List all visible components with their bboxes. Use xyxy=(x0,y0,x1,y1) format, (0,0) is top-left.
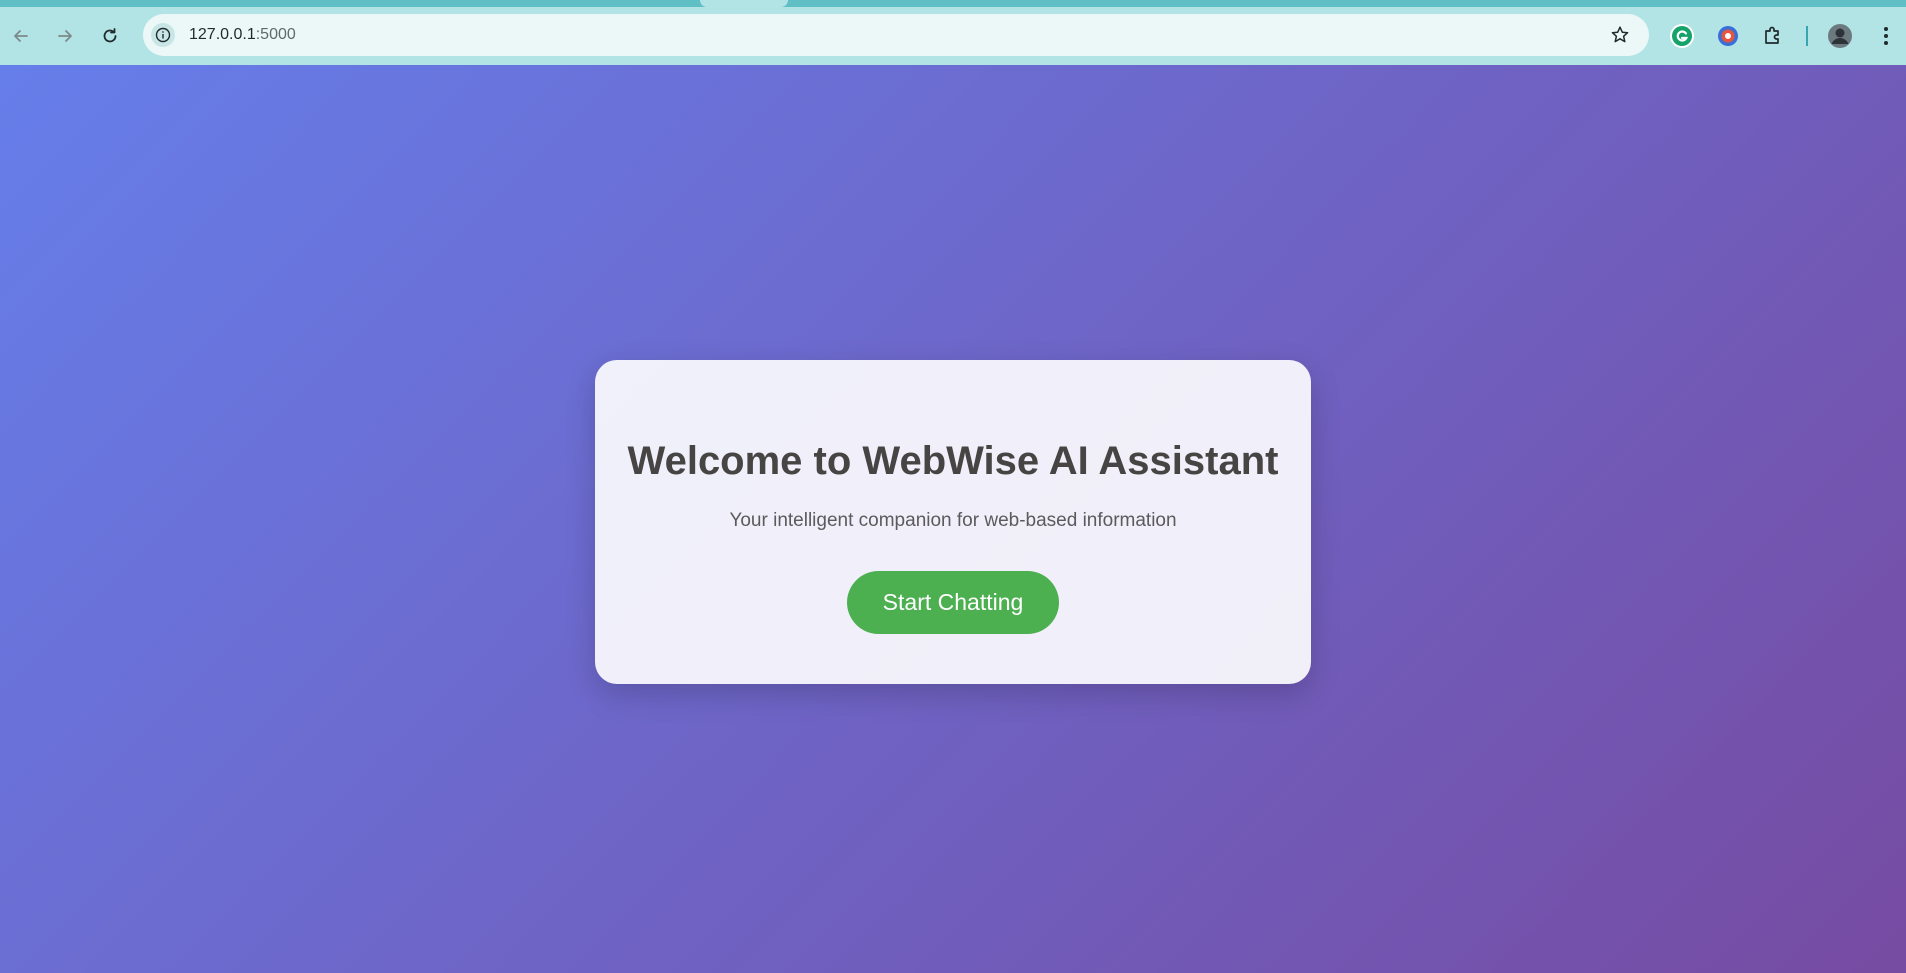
back-arrow-icon[interactable] xyxy=(7,22,35,50)
reload-icon[interactable] xyxy=(96,22,124,50)
url-text[interactable]: 127.0.0.1:5000 xyxy=(189,26,296,44)
url-port: :5000 xyxy=(255,26,296,43)
toolbar-divider xyxy=(1806,26,1808,46)
browser-toolbar: 127.0.0.1:5000 xyxy=(0,0,1906,65)
page-subtitle: Your intelligent companion for web-based… xyxy=(729,510,1177,531)
url-host: 127.0.0.1 xyxy=(189,26,256,43)
grammarly-icon[interactable] xyxy=(1668,22,1696,50)
star-icon[interactable] xyxy=(1609,24,1631,46)
extension-icon[interactable] xyxy=(1714,22,1742,50)
start-chatting-button[interactable]: Start Chatting xyxy=(847,571,1059,634)
kebab-menu-icon[interactable] xyxy=(1872,22,1900,50)
welcome-card: Welcome to WebWise AI Assistant Your int… xyxy=(595,360,1311,684)
puzzle-icon[interactable] xyxy=(1759,22,1787,50)
page-title: Welcome to WebWise AI Assistant xyxy=(627,439,1279,483)
active-tab-edge[interactable] xyxy=(700,0,788,7)
info-icon[interactable] xyxy=(151,23,175,47)
page-background: Welcome to WebWise AI Assistant Your int… xyxy=(0,65,1906,973)
address-bar[interactable]: 127.0.0.1:5000 xyxy=(143,14,1649,56)
tab-strip xyxy=(0,0,1906,7)
avatar[interactable] xyxy=(1826,22,1854,50)
forward-arrow-icon[interactable] xyxy=(51,22,79,50)
